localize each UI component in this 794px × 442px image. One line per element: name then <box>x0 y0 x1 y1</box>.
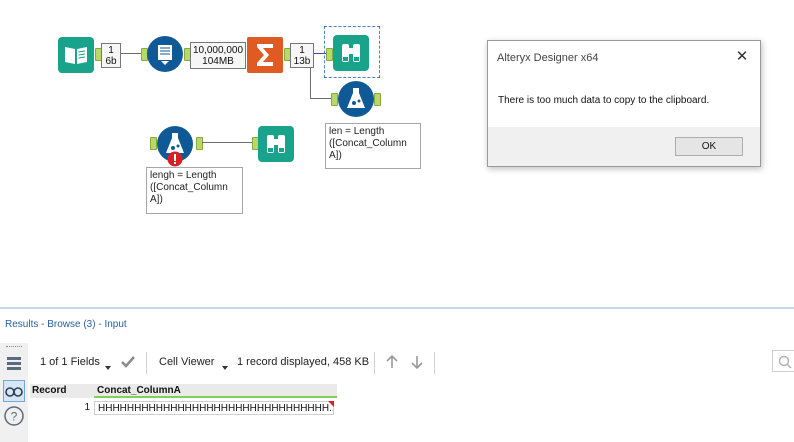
connection-line <box>121 53 141 54</box>
formula-annotation: len = Length ([Concat_Column A]) <box>325 123 421 169</box>
dialog-title: Alteryx Designer x64 <box>497 52 599 64</box>
caret-down-icon[interactable] <box>221 358 229 376</box>
panel-divider[interactable] <box>0 307 794 309</box>
output-anchor[interactable] <box>196 137 203 150</box>
results-toolbar: 1 of 1 Fields Cell Viewer 1 record displ… <box>28 343 794 381</box>
browse-tool[interactable] <box>258 126 294 162</box>
record-count: 10,000,000 <box>192 45 244 56</box>
select-tool[interactable] <box>147 36 183 72</box>
value-cell[interactable]: HHHHHHHHHHHHHHHHHHHHHHHHHHHHHHHH... <box>94 401 334 415</box>
fields-dropdown[interactable]: 1 of 1 Fields <box>40 356 100 368</box>
record-count: 1 <box>299 45 305 56</box>
data-size: 104MB <box>202 56 234 67</box>
toolbar-separator <box>434 352 435 374</box>
toolbar-separator <box>146 352 147 374</box>
output-anchor[interactable] <box>374 93 381 106</box>
input-data-icon <box>65 47 87 64</box>
svg-text:?: ? <box>11 410 18 424</box>
close-icon[interactable]: ✕ <box>732 47 752 67</box>
binoculars-icon <box>267 135 285 153</box>
dialog-message: There is too much data to copy to the cl… <box>498 95 710 106</box>
formula-tool[interactable] <box>338 81 374 117</box>
results-side-rail: ? <box>0 343 28 442</box>
summarize-tool[interactable] <box>247 37 283 73</box>
record-count: 1 <box>108 45 114 56</box>
dialog-titlebar[interactable]: Alteryx Designer x64 ✕ <box>488 41 760 74</box>
data-size: 6b <box>105 56 117 67</box>
input-anchor[interactable] <box>150 137 157 150</box>
data-size: 13b <box>293 56 311 67</box>
error-icon <box>167 151 183 167</box>
search-box[interactable] <box>772 350 794 372</box>
arrow-up-icon[interactable] <box>384 354 400 375</box>
input-anchor[interactable] <box>331 93 338 106</box>
toolbar-separator <box>374 352 375 374</box>
select-icon <box>158 45 172 65</box>
record-count-box: 1 13b <box>290 43 314 68</box>
record-count-box: 10,000,000 104MB <box>190 42 246 69</box>
search-icon <box>778 355 792 374</box>
input-anchor[interactable] <box>326 48 333 61</box>
connection-line <box>310 98 331 99</box>
input-data-tool[interactable] <box>58 37 94 73</box>
help-icon[interactable]: ? <box>3 405 25 427</box>
ok-button[interactable]: OK <box>675 137 743 156</box>
record-list-icon[interactable] <box>3 353 25 375</box>
results-grid[interactable]: Record Concat_ColumnA 1 HHHHHHHHHHHHHHHH… <box>28 381 794 442</box>
binoculars-icon[interactable] <box>3 380 25 402</box>
connection-line <box>202 142 252 143</box>
check-icon[interactable] <box>120 355 136 374</box>
dialog-footer: OK <box>488 127 760 166</box>
binoculars-icon <box>342 44 360 62</box>
formula-annotation: lengh = Length ([Concat_Column A]) <box>146 167 243 214</box>
cell-viewer-dropdown[interactable]: Cell Viewer <box>159 356 214 368</box>
caret-down-icon[interactable] <box>104 358 112 376</box>
message-dialog: Alteryx Designer x64 ✕ There is too much… <box>487 40 761 167</box>
record-count-box: 1 6b <box>101 43 121 68</box>
drag-handle[interactable] <box>6 346 22 349</box>
column-header[interactable]: Concat_ColumnA <box>94 384 337 398</box>
column-header[interactable]: Record <box>30 384 94 398</box>
browse-tool[interactable] <box>333 35 369 71</box>
connection-line <box>310 68 311 98</box>
record-cell: 1 <box>84 402 90 413</box>
results-title: Results - Browse (3) - Input <box>5 319 127 330</box>
summarize-icon <box>257 44 273 66</box>
arrow-down-icon[interactable] <box>409 354 425 375</box>
records-status: 1 record displayed, 458 KB <box>237 356 370 368</box>
truncated-marker <box>328 401 334 407</box>
formula-icon <box>347 88 365 108</box>
